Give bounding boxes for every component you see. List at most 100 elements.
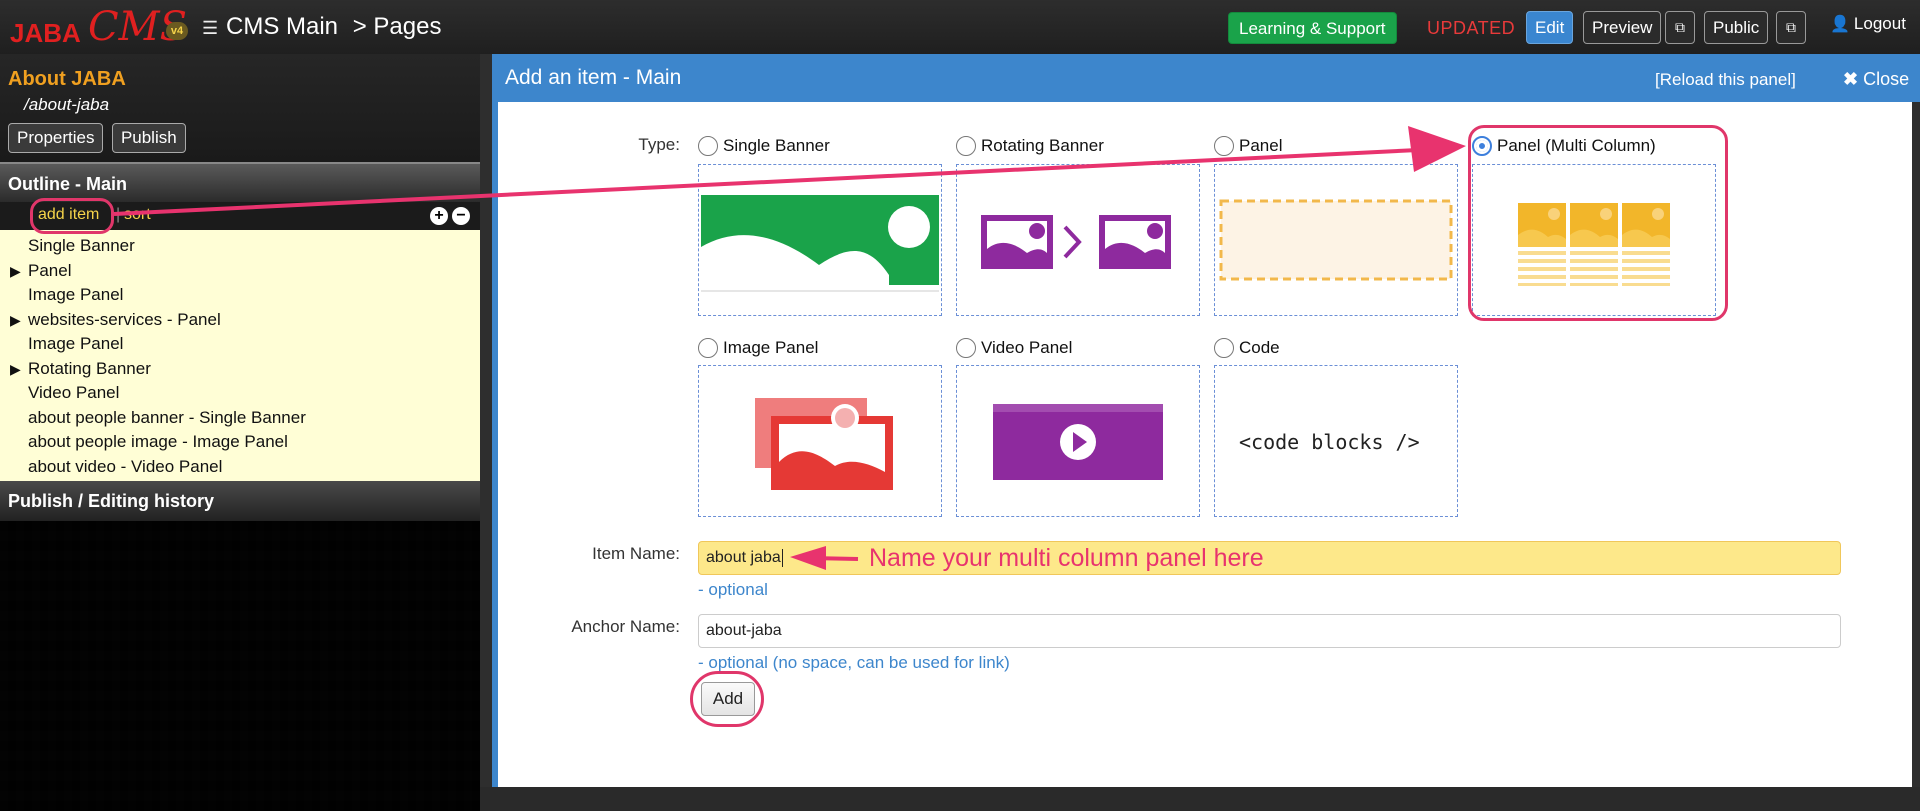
add-item-highlight [30, 198, 114, 234]
single-banner-thumbnail[interactable] [698, 164, 942, 316]
radio-video-panel[interactable] [956, 338, 976, 358]
outline-item[interactable]: ▶ Rotating Banner [0, 357, 480, 382]
panel-thumbnail[interactable] [1214, 164, 1458, 316]
top-bar: JABA CMS v4 ☰ CMS Main > Pages Learning &… [0, 0, 1920, 54]
outline-item[interactable]: Image Panel [0, 283, 480, 308]
outline-item[interactable]: ▶ websites-services - Panel [0, 308, 480, 333]
learning-support-button[interactable]: Learning & Support [1228, 12, 1397, 44]
page-title: About JABA [8, 68, 126, 90]
outline-item[interactable]: about video - Video Panel [0, 455, 480, 480]
outline-item[interactable]: Video Panel [0, 381, 480, 406]
single-banner-icon [701, 195, 939, 292]
code-blocks-text: <code blocks /> [1239, 430, 1420, 454]
panel-icon [1219, 199, 1453, 281]
sidebar-background-texture [0, 521, 480, 811]
option-panel[interactable]: Panel [1239, 136, 1282, 156]
image-panel-thumbnail[interactable] [698, 365, 942, 517]
item-name-value: about jaba [706, 549, 781, 566]
video-panel-thumbnail[interactable] [956, 365, 1200, 517]
logo-jaba-word: JABA [10, 18, 81, 48]
right-edge [1912, 102, 1920, 787]
reload-panel-link[interactable]: [Reload this panel] [1655, 70, 1796, 90]
close-button[interactable]: ✖ Close [1843, 69, 1909, 90]
item-name-hint: - optional [698, 580, 768, 599]
user-icon: 👤 [1830, 16, 1850, 33]
outline-item-label: websites-services - Panel [28, 309, 221, 329]
breadcrumb-section[interactable]: > Pages [353, 13, 442, 40]
outline-item[interactable]: about people image - Image Panel [0, 430, 480, 455]
anchor-name-label: Anchor Name: [571, 617, 680, 636]
preview-button[interactable]: Preview [1583, 11, 1662, 44]
expand-arrow-icon[interactable]: ▶ [10, 308, 21, 332]
add-button-highlight [690, 671, 764, 727]
layers-icon: ☰ [202, 18, 219, 38]
anchor-name-input[interactable]: about-jaba [698, 614, 1841, 648]
outline-item[interactable]: Single Banner [0, 234, 480, 259]
breadcrumb-site[interactable]: CMS Main [226, 13, 338, 40]
external-link-icon: ⧉ [1786, 19, 1796, 35]
outline-item-label: Image Panel [28, 334, 124, 353]
expand-arrow-icon[interactable]: ▶ [10, 357, 21, 381]
anchor-name-hint: - optional (no space, can be used for li… [698, 653, 1010, 672]
outline-item[interactable]: Image Panel [0, 332, 480, 357]
properties-button[interactable]: Properties [8, 123, 104, 153]
option-video-panel[interactable]: Video Panel [981, 338, 1072, 358]
option-code[interactable]: Code [1239, 338, 1280, 358]
logout-label: Logout [1853, 14, 1906, 33]
code-thumbnail[interactable]: <code blocks /> [1214, 365, 1458, 517]
version-badge: v4 [166, 22, 188, 40]
outline-item-label: Video Panel [28, 383, 120, 402]
text-cursor [781, 548, 783, 567]
sort-link[interactable]: sort [124, 206, 151, 224]
outline-item[interactable]: ▶ Panel [0, 259, 480, 284]
breadcrumb: ☰ CMS Main > Pages [202, 13, 441, 41]
page-header: About JABA /about-jaba Properties Publis… [0, 54, 480, 162]
expand-arrow-icon[interactable]: ▶ [10, 259, 21, 283]
publish-button[interactable]: Publish [111, 123, 186, 153]
expand-all-icon[interactable]: + [430, 207, 448, 225]
status-updated-label: UPDATED [1427, 18, 1516, 38]
annotation-text: Name your multi column panel here [869, 544, 1264, 572]
edit-button[interactable]: Edit [1526, 11, 1574, 44]
rotating-banner-icon [981, 215, 1171, 269]
radio-image-panel[interactable] [698, 338, 718, 358]
close-label: Close [1863, 69, 1910, 89]
option-image-panel[interactable]: Image Panel [723, 338, 818, 358]
image-panel-icon [755, 398, 893, 490]
outline-item-label: about people image - Image Panel [28, 432, 288, 451]
public-button[interactable]: Public [1704, 11, 1769, 44]
outline-list: Single Banner ▶ Panel Image Panel ▶ websit… [0, 230, 480, 481]
outline-item-label: Image Panel [28, 285, 124, 304]
page-path: /about-jaba [24, 95, 110, 114]
option-single-banner[interactable]: Single Banner [723, 136, 830, 156]
history-header[interactable]: Publish / Editing history [0, 481, 480, 521]
collapse-all-icon[interactable]: − [452, 207, 470, 225]
outline-item-label: about people banner - Single Banner [28, 407, 306, 427]
panel-divider[interactable] [480, 54, 492, 787]
logo-jaba-text: JABA [10, 18, 81, 49]
sidebar: About JABA /about-jaba Properties Publis… [0, 54, 480, 811]
outline-item-label: Panel [28, 260, 72, 280]
outline-header[interactable]: Outline - Main [0, 162, 480, 202]
outline-item-label: Single Banner [28, 236, 135, 255]
logout-button[interactable]: 👤 Logout [1830, 14, 1906, 34]
panel-header: Add an item - Main [Reload this panel] ✖… [498, 54, 1920, 102]
toolbar-separator: | [116, 206, 121, 223]
panel-title: Add an item - Main [505, 66, 682, 89]
outline-item-label: about video - Video Panel [28, 456, 223, 476]
radio-panel[interactable] [1214, 136, 1234, 156]
radio-single-banner[interactable] [698, 136, 718, 156]
preview-external-button[interactable]: ⧉ [1665, 11, 1695, 44]
radio-code[interactable] [1214, 338, 1234, 358]
anchor-name-value: about-jaba [706, 622, 782, 639]
option-rotating-banner[interactable]: Rotating Banner [981, 136, 1104, 156]
public-external-button[interactable]: ⧉ [1776, 11, 1806, 44]
video-panel-icon [993, 404, 1163, 480]
outline-item[interactable]: about people banner - Single Banner [0, 406, 480, 431]
radio-rotating-banner[interactable] [956, 136, 976, 156]
item-name-label: Item Name: [592, 544, 680, 563]
jabacms-logo[interactable]: JABA CMS v4 [8, 4, 188, 50]
rotating-banner-thumbnail[interactable] [956, 164, 1200, 316]
type-label: Type: [638, 135, 680, 154]
add-item-panel: Add an item - Main [Reload this panel] ✖… [498, 54, 1920, 787]
